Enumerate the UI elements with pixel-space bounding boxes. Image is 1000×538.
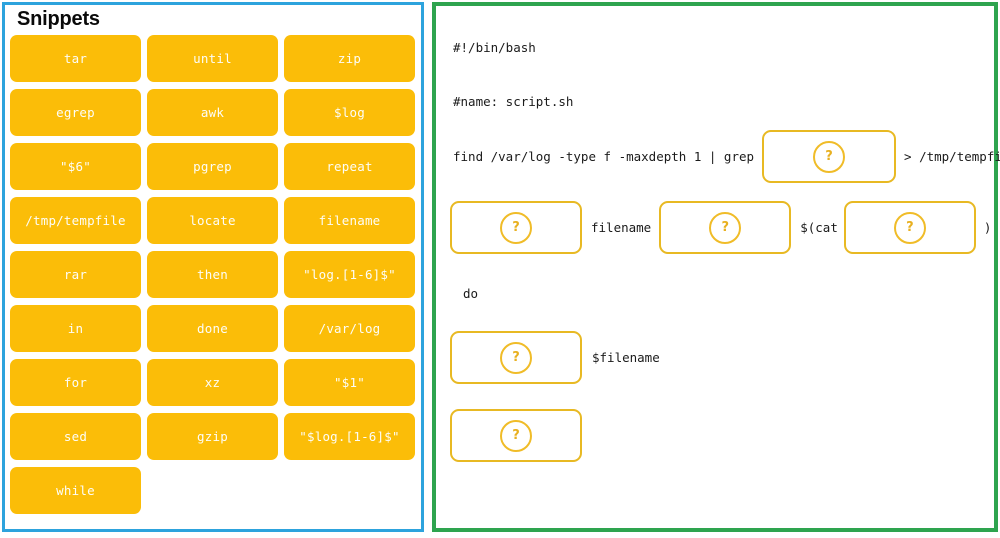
snippet-chip[interactable]: egrep (10, 89, 141, 136)
snippet-chip[interactable]: tar (10, 35, 141, 82)
snippet-chip[interactable]: done (147, 305, 278, 352)
find-suffix-text: > /tmp/tempfile (904, 148, 1000, 164)
question-mark-icon: ? (500, 419, 532, 452)
snippet-chip[interactable]: in (10, 305, 141, 352)
code-line-find: find /var/log -type f -maxdepth 1 | grep… (453, 130, 1000, 183)
question-mark-icon: ? (813, 140, 846, 173)
question-mark-icon: ? (500, 341, 532, 374)
snippet-chip[interactable]: then (147, 251, 278, 298)
code-line-shebang: #!/bin/bash (453, 40, 536, 56)
snippet-chip[interactable]: /var/log (284, 305, 415, 352)
snippet-chip[interactable]: zip (284, 35, 415, 82)
app-stage: Snippets tar until zip egrep awk $log "$… (0, 0, 1000, 538)
snippet-chip[interactable]: xz (147, 359, 278, 406)
snippet-chip[interactable]: for (10, 359, 141, 406)
snippet-chip[interactable]: "$1" (284, 359, 415, 406)
dropzone-loop-keyword[interactable]: ? (450, 201, 582, 254)
code-line-do: do (463, 286, 478, 302)
cat-subshell-label: $(cat (800, 219, 838, 235)
loop-variable-label: filename (591, 219, 652, 235)
snippet-grid: tar until zip egrep awk $log "$6" pgrep … (10, 35, 420, 514)
question-mark-icon: ? (709, 211, 742, 244)
do-keyword-text: do (463, 286, 479, 301)
code-line-done: ? (450, 409, 582, 462)
filename-variable-label: $filename (592, 349, 660, 365)
snippet-chip[interactable]: locate (147, 197, 278, 244)
snippet-chip[interactable]: until (147, 35, 278, 82)
dropzone-cat-target[interactable]: ? (843, 201, 976, 254)
script-panel: #!/bin/bash #name: script.sh find /var/l… (432, 2, 1000, 532)
snippet-chip[interactable]: $log (284, 89, 415, 136)
dropzone-grep-pattern[interactable]: ? (762, 130, 897, 183)
snippet-chip[interactable]: pgrep (147, 143, 278, 190)
script-body: #!/bin/bash #name: script.sh find /var/l… (436, 6, 1000, 528)
snippet-chip[interactable]: awk (147, 89, 278, 136)
question-mark-icon: ? (893, 211, 926, 244)
code-line-name-comment: #name: script.sh (453, 94, 573, 110)
snippet-chip[interactable]: "log.[1-6]$" (284, 251, 415, 298)
snippet-chip[interactable]: /tmp/tempfile (10, 197, 141, 244)
code-line-body: ? $filename (450, 331, 660, 384)
page-title: Snippets (17, 8, 100, 30)
dropzone-loop-in[interactable]: ? (659, 201, 792, 254)
shebang-text: #!/bin/bash (453, 40, 536, 55)
close-paren-label: ) (983, 219, 992, 235)
code-line-loop-header: ? filename ? $(cat ? ) (450, 201, 991, 254)
snippet-chip[interactable]: rar (10, 251, 141, 298)
snippet-chip[interactable]: "$6" (10, 143, 141, 190)
snippets-panel: Snippets tar until zip egrep awk $log "$… (2, 2, 424, 532)
snippet-chip[interactable]: gzip (147, 413, 278, 460)
snippet-chip[interactable]: repeat (284, 143, 415, 190)
snippet-chip[interactable]: while (10, 467, 141, 514)
name-comment-text: #name: script.sh (453, 94, 574, 109)
dropzone-body-command[interactable]: ? (450, 331, 582, 384)
snippet-chip[interactable]: sed (10, 413, 141, 460)
snippet-chip[interactable]: "$log.[1-6]$" (284, 413, 415, 460)
snippet-chip[interactable]: filename (284, 197, 415, 244)
find-prefix-text: find /var/log -type f -maxdepth 1 | grep (453, 148, 755, 164)
question-mark-icon: ? (500, 211, 532, 244)
dropzone-done-keyword[interactable]: ? (450, 409, 582, 462)
